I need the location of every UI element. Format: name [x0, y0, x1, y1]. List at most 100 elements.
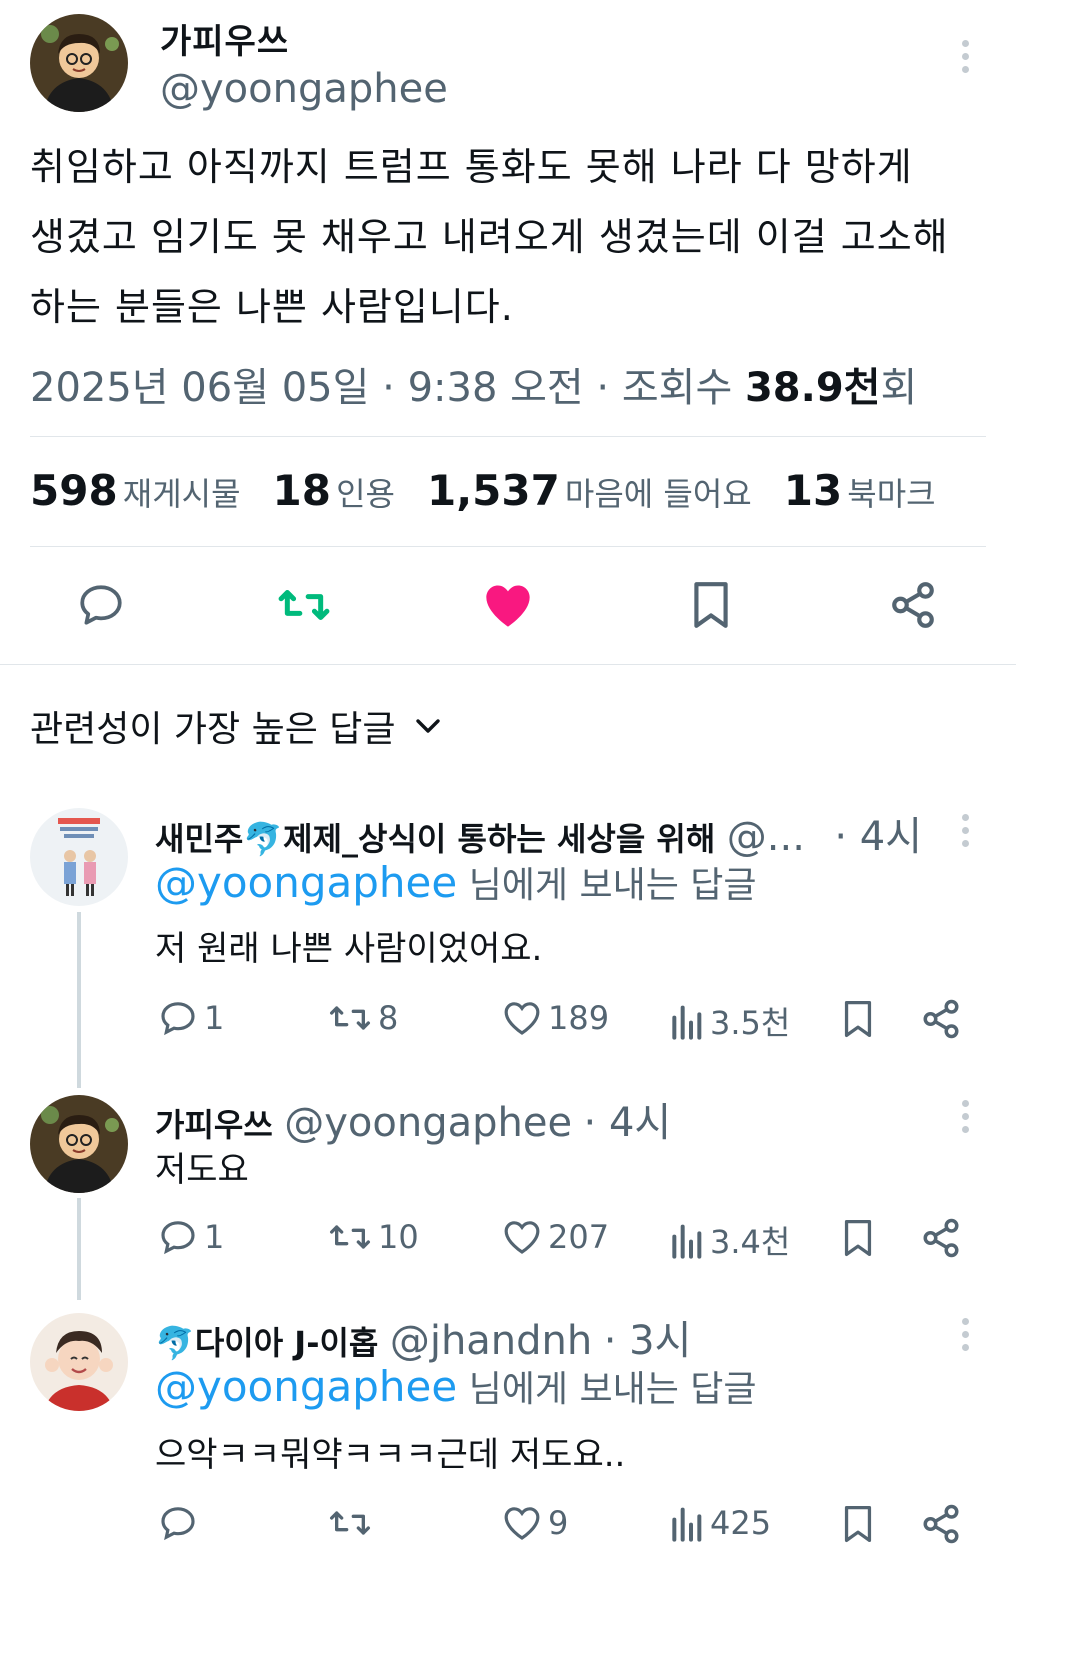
reply-author-handle[interactable]: @jhandnh: [390, 1318, 592, 1364]
more-icon[interactable]: [959, 1100, 971, 1139]
bookmark-icon: [844, 1001, 872, 1038]
reply-sort-label: 관련성이 가장 높은 답글: [30, 709, 396, 750]
view-count: 38.9천: [744, 365, 881, 411]
reply-author-handle[interactable]: @yoongaphee: [284, 1100, 572, 1146]
reply-avatar[interactable]: [30, 1095, 128, 1193]
replying-to-handle[interactable]: @yoongaphee: [155, 1362, 457, 1411]
bookmark-button[interactable]: [688, 580, 734, 634]
replying-to-label: 님에게 보내는 답글: [468, 1369, 757, 1410]
reply-text: 저도요: [155, 1150, 249, 1190]
divider: [30, 546, 986, 547]
reply-like-button[interactable]: 9: [502, 1503, 568, 1543]
reply-views-button[interactable]: 3.5천: [668, 998, 790, 1044]
reply-repost-button[interactable]: [328, 1503, 378, 1543]
reply-author-handle[interactable]: @...: [727, 814, 805, 860]
stat-number: 18: [272, 466, 331, 515]
tweet-timestamp[interactable]: 2025년 06월 05일 · 9:38 오전 · 조회수: [30, 365, 745, 411]
tweet-text-line: 취임하고 아직까지 트럼프 통화도 못해 나라 다 망하게: [30, 145, 913, 189]
stat-number: 1,537: [426, 466, 560, 515]
reply-views-button[interactable]: 3.4천: [668, 1217, 790, 1263]
reply-bookmark-button[interactable]: [840, 1503, 876, 1545]
stat-label: 인용: [336, 475, 395, 513]
repost-count: 8: [378, 999, 399, 1037]
tweet-text-line: 생겼고 임기도 못 채우고 내려오게 생겼는데 이걸 고소해: [30, 215, 949, 259]
reply-count: 1: [204, 1218, 225, 1256]
more-icon[interactable]: [959, 814, 971, 853]
repost-icon: [329, 1511, 370, 1535]
reply-reply-button[interactable]: 1: [158, 998, 224, 1038]
stat-bookmarks[interactable]: 13 북마크: [784, 466, 936, 515]
share-icon: [923, 1218, 959, 1258]
reply-icon: [80, 585, 122, 625]
share-icon: [892, 582, 934, 628]
reply-icon: [161, 1002, 195, 1036]
stat-number: 13: [783, 466, 843, 515]
reply-button[interactable]: [76, 580, 126, 634]
views-icon: [672, 1005, 702, 1040]
share-icon: [923, 999, 959, 1039]
views-icon: [672, 1224, 702, 1259]
reply-bookmark-button[interactable]: [840, 998, 876, 1040]
reply-avatar[interactable]: [30, 1313, 128, 1411]
thread-line: [77, 912, 81, 1088]
reply-views-button[interactable]: 425: [668, 1503, 771, 1543]
like-count: 189: [548, 999, 610, 1037]
like-icon: [486, 585, 530, 627]
repost-count: 10: [378, 1218, 419, 1256]
repost-icon: [329, 1225, 370, 1249]
reply-like-button[interactable]: 189: [502, 998, 609, 1038]
reply-icon: [161, 1221, 195, 1255]
reply-reply-button[interactable]: [158, 1503, 204, 1543]
divider: [30, 436, 986, 437]
reply-repost-button[interactable]: 10: [328, 1217, 419, 1257]
reply-count: 1: [204, 999, 225, 1037]
view-count-suffix: 회: [880, 365, 918, 411]
share-icon: [923, 1504, 959, 1544]
reply-share-button[interactable]: [920, 1217, 962, 1259]
view-count: 425: [710, 1504, 772, 1542]
reply-author-name[interactable]: 새민주🐬제제_상식이 통하는 세상을 위해: [155, 820, 715, 858]
tweet-text-line: 하는 분들은 나쁜 사람입니다.: [30, 285, 514, 329]
reply-time[interactable]: · 4시: [584, 1100, 672, 1146]
reply-sort-dropdown[interactable]: 관련성이 가장 높은 답글: [30, 700, 442, 752]
reply-like-button[interactable]: 207: [502, 1217, 609, 1257]
stat-quotes[interactable]: 18 인용: [273, 466, 395, 515]
more-icon[interactable]: [959, 1318, 971, 1357]
like-icon: [504, 1221, 540, 1254]
reply-avatar[interactable]: [30, 808, 128, 906]
replying-to-label: 님에게 보내는 답글: [468, 865, 757, 906]
repost-button[interactable]: [276, 580, 332, 634]
repost-icon: [329, 1006, 370, 1030]
reply-share-button[interactable]: [920, 1503, 962, 1545]
more-icon[interactable]: [959, 40, 971, 79]
author-avatar[interactable]: [30, 14, 128, 112]
thread-line: [77, 1198, 81, 1300]
tweet-meta: 2025년 06월 05일 · 9:38 오전 · 조회수 38.9천회: [30, 355, 917, 413]
reply-time[interactable]: · 4시: [834, 814, 922, 860]
stat-likes[interactable]: 1,537 마음에 들어요: [427, 466, 752, 515]
tweet-text: 취임하고 아직까지 트럼프 통화도 못해 나라 다 망하게 생겼고 임기도 못 …: [30, 132, 1040, 342]
views-icon: [672, 1507, 702, 1542]
like-icon: [504, 1002, 540, 1035]
reply-reply-button[interactable]: 1: [158, 1217, 224, 1257]
author-handle[interactable]: @yoongaphee: [160, 66, 448, 112]
like-button[interactable]: [482, 580, 534, 634]
bookmark-icon: [844, 1219, 872, 1256]
reply-author-name[interactable]: 🐬다이아 J-이홉: [155, 1324, 378, 1362]
share-button[interactable]: [888, 580, 938, 634]
stat-label: 재게시물: [122, 475, 241, 513]
replying-to-handle[interactable]: @yoongaphee: [155, 858, 457, 907]
author-name[interactable]: 가피우쓰: [160, 14, 289, 63]
reply-time[interactable]: · 3시: [604, 1318, 692, 1364]
reply-header: 새민주🐬제제_상식이 통하는 세상을 위해 @... · 4시: [155, 804, 922, 862]
section-divider: [0, 664, 1016, 665]
replying-to: @yoongaphee 님에게 보내는 답글: [155, 856, 757, 908]
repost-icon: [278, 590, 330, 620]
reply-bookmark-button[interactable]: [840, 1217, 876, 1259]
like-count: 207: [548, 1218, 610, 1256]
stat-reposts[interactable]: 598 재게시물: [30, 466, 241, 515]
chevron-down-icon: [415, 719, 440, 733]
reply-author-name[interactable]: 가피우쓰: [155, 1106, 273, 1144]
reply-repost-button[interactable]: 8: [328, 998, 398, 1038]
reply-share-button[interactable]: [920, 998, 962, 1040]
